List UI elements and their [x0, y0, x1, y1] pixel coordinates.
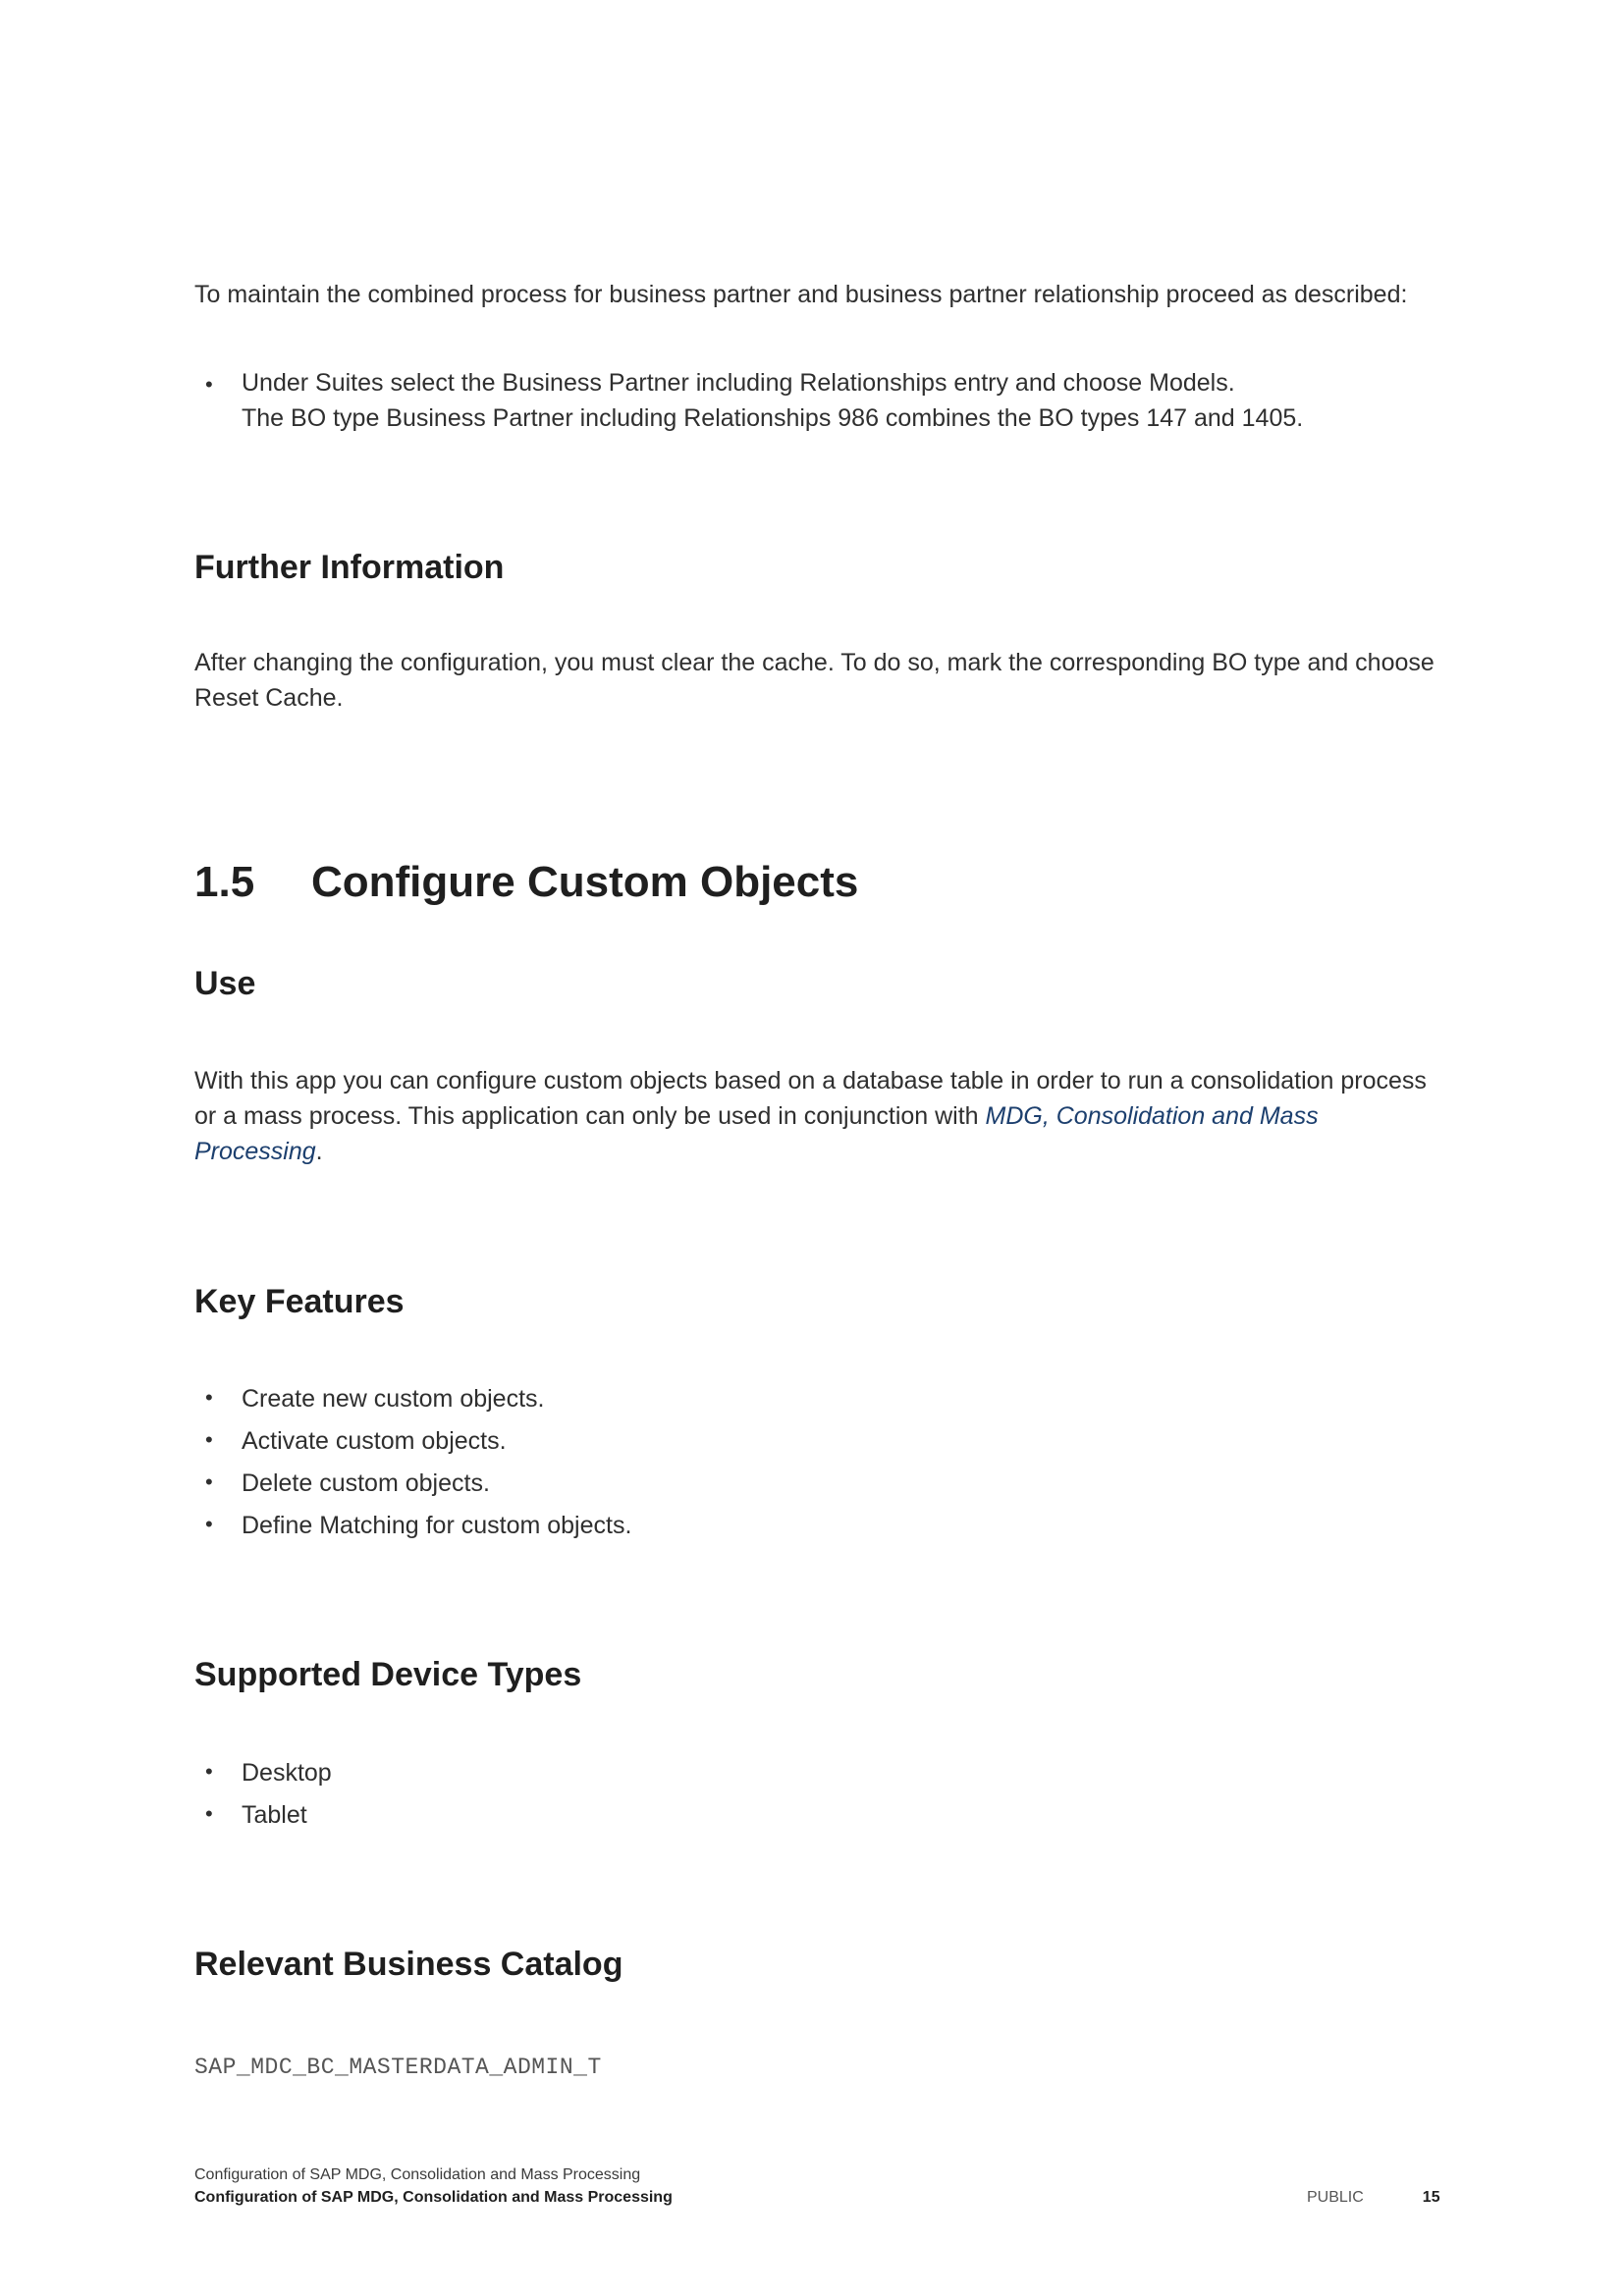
- device-types-list: • Desktop • Tablet: [194, 1752, 1441, 1837]
- key-feature-item: Activate custom objects.: [242, 1427, 507, 1455]
- bullet-icon: •: [205, 372, 213, 397]
- list-item: • Desktop: [194, 1752, 1441, 1794]
- use-paragraph: With this app you can configure custom o…: [194, 1063, 1441, 1169]
- use-heading: Use: [194, 965, 256, 1002]
- relevant-business-catalog-heading: Relevant Business Catalog: [194, 1946, 623, 1983]
- section-title: 1.5 Configure Custom Objects: [194, 857, 858, 908]
- footer-line-1: Configuration of SAP MDG, Consolidation …: [194, 2166, 641, 2183]
- bullet-icon: •: [205, 1469, 213, 1494]
- footer-document-title: Configuration of SAP MDG, Consolidation …: [194, 2163, 673, 2209]
- intro-paragraph: To maintain the combined process for bus…: [194, 281, 1408, 308]
- device-type-item: Tablet: [242, 1801, 307, 1829]
- key-features-list: • Create new custom objects. • Activate cu…: [194, 1378, 1441, 1547]
- list-item: • Under Suites select the Business Partn…: [194, 365, 1441, 436]
- further-information-paragraph: After changing the configuration, you mu…: [194, 649, 1435, 712]
- list-item: • Tablet: [194, 1794, 1441, 1837]
- list-item: • Define Matching for custom objects.: [194, 1505, 1441, 1547]
- intro-bullet-list: • Under Suites select the Business Partn…: [194, 365, 1441, 436]
- bullet-icon: •: [205, 1801, 213, 1826]
- list-item: • Activate custom objects.: [194, 1420, 1441, 1463]
- section-title-text: Configure Custom Objects: [311, 858, 859, 906]
- supported-device-types-heading: Supported Device Types: [194, 1656, 582, 1693]
- key-features-heading: Key Features: [194, 1283, 405, 1320]
- footer-classification: PUBLIC: [1307, 2189, 1364, 2206]
- footer-meta: PUBLIC 15: [1307, 2186, 1440, 2209]
- bullet-icon: •: [205, 1427, 213, 1452]
- intro-bullet-line-1: Under Suites select the Business Partner…: [242, 369, 1235, 397]
- use-paragraph-end: .: [315, 1138, 323, 1165]
- intro-bullet-line-2: The BO type Business Partner including R…: [242, 404, 1304, 432]
- bullet-icon: •: [205, 1759, 213, 1784]
- list-item: • Create new custom objects.: [194, 1378, 1441, 1420]
- device-type-item: Desktop: [242, 1759, 332, 1787]
- bullet-icon: •: [205, 1385, 213, 1410]
- further-information-heading: Further Information: [194, 549, 505, 586]
- list-item: • Delete custom objects.: [194, 1463, 1441, 1505]
- business-catalog-id: SAP_MDC_BC_MASTERDATA_ADMIN_T: [194, 2055, 602, 2080]
- footer-line-2: Configuration of SAP MDG, Consolidation …: [194, 2189, 673, 2206]
- key-feature-item: Create new custom objects.: [242, 1385, 545, 1413]
- key-feature-item: Define Matching for custom objects.: [242, 1512, 632, 1539]
- bullet-icon: •: [205, 1512, 213, 1536]
- page-number: 15: [1422, 2189, 1440, 2206]
- section-number: 1.5: [194, 858, 255, 906]
- key-feature-item: Delete custom objects.: [242, 1469, 490, 1497]
